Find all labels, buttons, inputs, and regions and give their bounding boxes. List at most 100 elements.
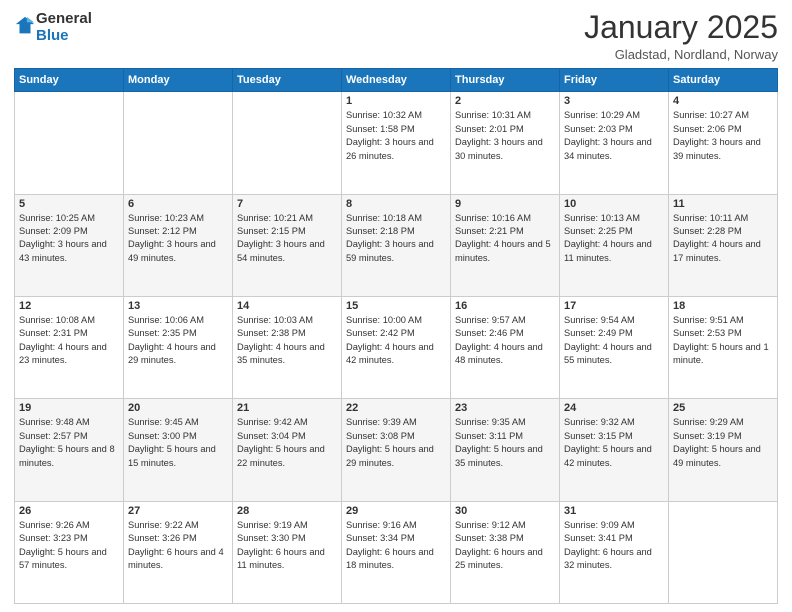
calendar-week-row: 26 Sunrise: 9:26 AM Sunset: 3:23 PM Dayli… [15,501,778,603]
day-info: Sunrise: 9:32 AM Sunset: 3:15 PM Dayligh… [564,416,664,470]
day-info: Sunrise: 9:54 AM Sunset: 2:49 PM Dayligh… [564,314,664,368]
table-row: 1Sunrise: 10:32 AM Sunset: 1:58 PM Dayli… [342,92,451,194]
table-row: 19 Sunrise: 9:48 AM Sunset: 2:57 PM Dayli… [15,399,124,501]
day-number: 13 [128,300,228,312]
day-number: 10 [564,198,664,210]
day-number: 1 [346,95,446,107]
table-row: 22 Sunrise: 9:39 AM Sunset: 3:08 PM Dayli… [342,399,451,501]
table-row: 15 Sunrise: 10:00 AM Sunset: 2:42 PM Dayl… [342,296,451,398]
day-number: 30 [455,505,555,517]
table-row: 28 Sunrise: 9:19 AM Sunset: 3:30 PM Dayli… [233,501,342,603]
day-number: 24 [564,402,664,414]
day-number: 3 [564,95,664,107]
table-row: 11 Sunrise: 10:11 AM Sunset: 2:28 PM Dayl… [669,194,778,296]
day-info: Sunrise: 10:06 AM Sunset: 2:35 PM Daylig… [128,314,228,368]
calendar-header-row: Sunday Monday Tuesday Wednesday Thursday… [15,69,778,92]
day-number: 23 [455,402,555,414]
table-row: 16 Sunrise: 9:57 AM Sunset: 2:46 PM Dayli… [451,296,560,398]
table-row: 20 Sunrise: 9:45 AM Sunset: 3:00 PM Dayli… [124,399,233,501]
day-info: Sunrise: 10:16 AM Sunset: 2:21 PM Daylig… [455,212,555,266]
table-row: 5Sunrise: 10:25 AM Sunset: 2:09 PM Dayli… [15,194,124,296]
table-row [233,92,342,194]
day-number: 9 [455,198,555,210]
day-number: 21 [237,402,337,414]
col-thursday: Thursday [451,69,560,92]
day-info: Sunrise: 10:23 AM Sunset: 2:12 PM Daylig… [128,212,228,266]
page-container: General Blue January 2025 Gladstad, Nord… [0,0,792,612]
table-row: 18Sunrise: 9:51 AM Sunset: 2:53 PM Dayli… [669,296,778,398]
table-row [15,92,124,194]
calendar-week-row: 1Sunrise: 10:32 AM Sunset: 1:58 PM Dayli… [15,92,778,194]
col-sunday: Sunday [15,69,124,92]
day-info: Sunrise: 9:35 AM Sunset: 3:11 PM Dayligh… [455,416,555,470]
day-number: 18 [673,300,773,312]
table-row: 21 Sunrise: 9:42 AM Sunset: 3:04 PM Dayli… [233,399,342,501]
day-info: Sunrise: 9:26 AM Sunset: 3:23 PM Dayligh… [19,519,119,573]
table-row: 29 Sunrise: 9:16 AM Sunset: 3:34 PM Dayli… [342,501,451,603]
day-number: 14 [237,300,337,312]
table-row: 12Sunrise: 10:08 AM Sunset: 2:31 PM Dayl… [15,296,124,398]
table-row: 3 Sunrise: 10:29 AM Sunset: 2:03 PM Dayli… [560,92,669,194]
calendar-table: Sunday Monday Tuesday Wednesday Thursday… [14,68,778,604]
table-row: 2Sunrise: 10:31 AM Sunset: 2:01 PM Dayli… [451,92,560,194]
day-info: Sunrise: 10:00 AM Sunset: 2:42 PM Daylig… [346,314,446,368]
table-row: 30Sunrise: 9:12 AM Sunset: 3:38 PM Dayli… [451,501,560,603]
day-info: Sunrise: 9:45 AM Sunset: 3:00 PM Dayligh… [128,416,228,470]
table-row: 27Sunrise: 9:22 AM Sunset: 3:26 PM Dayli… [124,501,233,603]
day-info: Sunrise: 9:39 AM Sunset: 3:08 PM Dayligh… [346,416,446,470]
day-info: Sunrise: 10:11 AM Sunset: 2:28 PM Daylig… [673,212,773,266]
table-row: 25 Sunrise: 9:29 AM Sunset: 3:19 PM Dayli… [669,399,778,501]
col-monday: Monday [124,69,233,92]
table-row: 4Sunrise: 10:27 AM Sunset: 2:06 PM Dayli… [669,92,778,194]
title-block: January 2025 Gladstad, Nordland, Norway [584,10,778,62]
day-info: Sunrise: 9:19 AM Sunset: 3:30 PM Dayligh… [237,519,337,573]
day-info: Sunrise: 9:57 AM Sunset: 2:46 PM Dayligh… [455,314,555,368]
day-number: 15 [346,300,446,312]
table-row: 7Sunrise: 10:21 AM Sunset: 2:15 PM Dayli… [233,194,342,296]
day-info: Sunrise: 10:08 AM Sunset: 2:31 PM Daylig… [19,314,119,368]
col-friday: Friday [560,69,669,92]
day-info: Sunrise: 9:42 AM Sunset: 3:04 PM Dayligh… [237,416,337,470]
day-number: 28 [237,505,337,517]
col-tuesday: Tuesday [233,69,342,92]
table-row: 10 Sunrise: 10:13 AM Sunset: 2:25 PM Dayl… [560,194,669,296]
table-row: 23 Sunrise: 9:35 AM Sunset: 3:11 PM Dayli… [451,399,560,501]
day-info: Sunrise: 9:29 AM Sunset: 3:19 PM Dayligh… [673,416,773,470]
day-info: Sunrise: 9:48 AM Sunset: 2:57 PM Dayligh… [19,416,119,470]
day-number: 11 [673,198,773,210]
day-info: Sunrise: 10:31 AM Sunset: 2:01 PM Daylig… [455,109,555,163]
table-row: 26 Sunrise: 9:26 AM Sunset: 3:23 PM Dayli… [15,501,124,603]
day-number: 22 [346,402,446,414]
day-number: 16 [455,300,555,312]
day-number: 6 [128,198,228,210]
day-number: 29 [346,505,446,517]
location: Gladstad, Nordland, Norway [584,47,778,62]
day-info: Sunrise: 10:29 AM Sunset: 2:03 PM Daylig… [564,109,664,163]
table-row: 31Sunrise: 9:09 AM Sunset: 3:41 PM Dayli… [560,501,669,603]
day-number: 31 [564,505,664,517]
day-number: 19 [19,402,119,414]
calendar-week-row: 19 Sunrise: 9:48 AM Sunset: 2:57 PM Dayli… [15,399,778,501]
day-info: Sunrise: 9:22 AM Sunset: 3:26 PM Dayligh… [128,519,228,573]
day-number: 8 [346,198,446,210]
calendar-week-row: 12Sunrise: 10:08 AM Sunset: 2:31 PM Dayl… [15,296,778,398]
day-number: 17 [564,300,664,312]
day-info: Sunrise: 9:16 AM Sunset: 3:34 PM Dayligh… [346,519,446,573]
day-number: 4 [673,95,773,107]
col-wednesday: Wednesday [342,69,451,92]
table-row: 6 Sunrise: 10:23 AM Sunset: 2:12 PM Dayli… [124,194,233,296]
table-row: 8 Sunrise: 10:18 AM Sunset: 2:18 PM Dayli… [342,194,451,296]
day-number: 25 [673,402,773,414]
page-header: General Blue January 2025 Gladstad, Nord… [14,10,778,62]
day-number: 5 [19,198,119,210]
day-info: Sunrise: 10:18 AM Sunset: 2:18 PM Daylig… [346,212,446,266]
calendar-week-row: 5Sunrise: 10:25 AM Sunset: 2:09 PM Dayli… [15,194,778,296]
logo: General Blue [14,10,92,45]
day-info: Sunrise: 10:03 AM Sunset: 2:38 PM Daylig… [237,314,337,368]
day-number: 26 [19,505,119,517]
day-info: Sunrise: 10:13 AM Sunset: 2:25 PM Daylig… [564,212,664,266]
day-number: 20 [128,402,228,414]
table-row: 13 Sunrise: 10:06 AM Sunset: 2:35 PM Dayl… [124,296,233,398]
table-row: 17 Sunrise: 9:54 AM Sunset: 2:49 PM Dayli… [560,296,669,398]
logo-text-blue: Blue [36,27,92,44]
